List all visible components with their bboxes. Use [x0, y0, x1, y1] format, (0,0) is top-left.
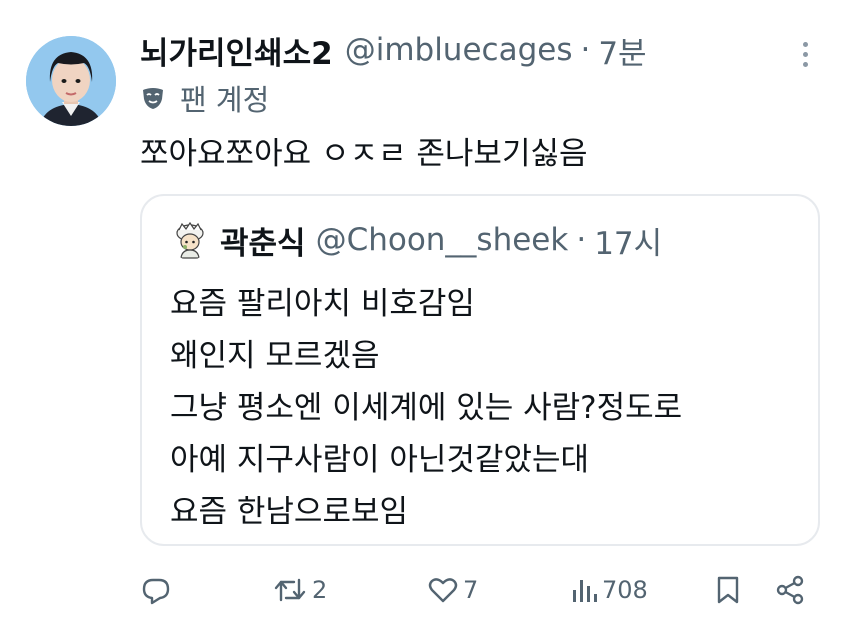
tweet-action-bar: 2 7 708 [140, 566, 820, 614]
quoted-author-handle[interactable]: @Choon__sheek [316, 222, 569, 258]
fan-account-label: 팬 계정 [180, 83, 270, 117]
quoted-author-avatar [170, 220, 210, 260]
views-button[interactable]: 708 [570, 566, 648, 614]
quoted-tweet-header: 곽춘식 @Choon__sheek · 17시 [170, 218, 662, 262]
quoted-text-line: 아예 지구사람이 아닌것같았는대 [170, 442, 589, 478]
reply-icon [142, 578, 170, 605]
quoted-text-line: 요즘 한남으로보임 [170, 494, 409, 530]
views-chart-icon [573, 580, 597, 602]
retweet-count: 2 [312, 576, 328, 604]
like-button[interactable]: 7 [427, 566, 478, 614]
quoted-separator-dot: · [576, 222, 587, 258]
author-avatar[interactable] [26, 36, 116, 126]
reply-button[interactable] [140, 566, 172, 614]
separator-dot: · [580, 32, 591, 68]
share-button[interactable] [774, 566, 806, 614]
views-count: 708 [602, 576, 648, 604]
tweet-header: 뇌가리인쇄소2 @imbluecages · 7분 [140, 28, 647, 72]
bookmark-icon [717, 576, 739, 604]
like-count: 7 [463, 576, 479, 604]
author-display-name[interactable]: 뇌가리인쇄소2 [140, 28, 333, 73]
quoted-tweet-card[interactable]: 곽춘식 @Choon__sheek · 17시 요즘 팔리아치 비호감임 왜인지… [140, 194, 820, 546]
fan-account-badge: 팬 계정 [140, 78, 269, 118]
quoted-text-line: 요즘 팔리아치 비호감임 [170, 286, 475, 322]
more-options-icon[interactable] [790, 36, 820, 72]
author-handle[interactable]: @imbluecages [345, 32, 573, 68]
tweet-timestamp[interactable]: 7분 [598, 28, 646, 73]
tweet-text: 쪼아요쪼아요 ㅇㅈㄹ 존나보기싫음 [140, 136, 588, 172]
author-avatar-image [26, 36, 116, 126]
theater-mask-icon [143, 88, 163, 109]
quoted-tweet-timestamp: 17시 [594, 225, 663, 262]
bookmark-button[interactable] [714, 566, 742, 614]
quoted-text-line: 왜인지 모르겠음 [170, 338, 380, 374]
quoted-author-display-name[interactable]: 곽춘식 [220, 218, 306, 263]
share-icon [776, 575, 804, 605]
heart-icon [428, 578, 458, 603]
retweet-icon [274, 578, 306, 602]
quoted-tweet-text: 요즘 팔리아치 비호감임 왜인지 모르겠음 그냥 평소엔 이세계에 있는 사람?… [170, 278, 682, 538]
retweet-button[interactable]: 2 [272, 566, 327, 614]
quoted-author-avatar-image [170, 220, 210, 260]
quoted-text-line: 그냥 평소엔 이세계에 있는 사람?정도로 [170, 390, 683, 426]
